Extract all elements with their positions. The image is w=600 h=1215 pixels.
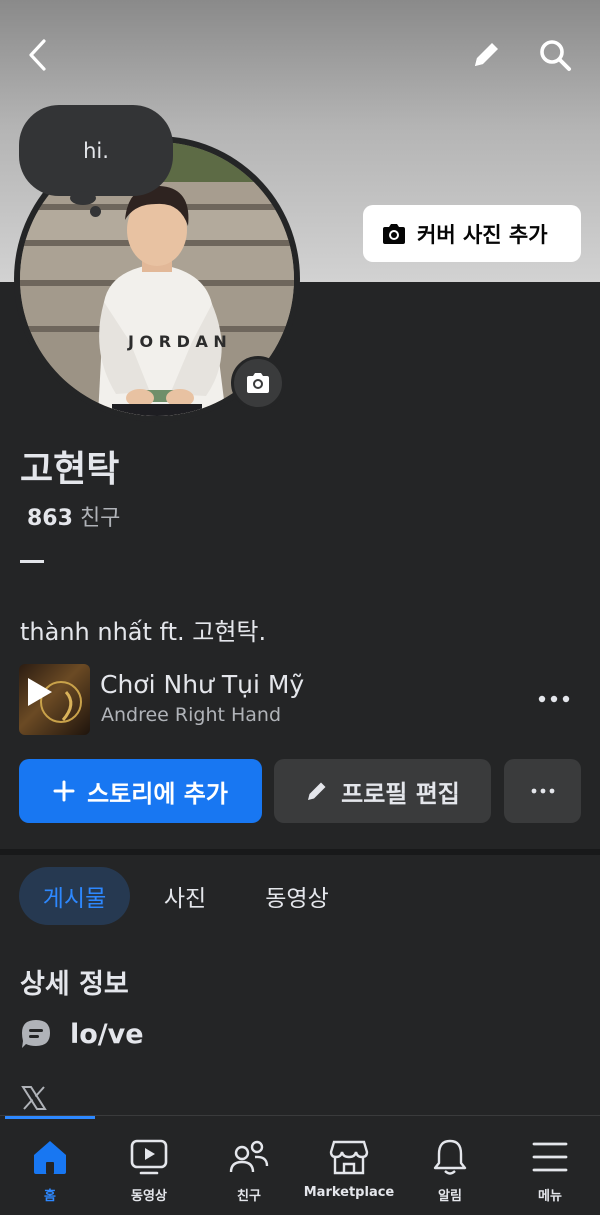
add-to-story-label: 스토리에 추가 (87, 779, 228, 808)
profile-bio: thành nhất ft. 고현탁. (20, 618, 267, 646)
detail-note-text: lo/ve (70, 1018, 144, 1050)
friends-count[interactable]: 863 친구 (27, 500, 120, 532)
back-button[interactable] (16, 33, 60, 77)
nav-video[interactable]: 동영상 (109, 1118, 189, 1213)
bell-icon (433, 1139, 467, 1175)
music-more-button[interactable] (532, 686, 576, 712)
nav-video-label: 동영상 (131, 1189, 167, 1204)
music-title[interactable]: Chơi Như Tụi Mỹ (100, 670, 304, 699)
details-title: 상세 정보 (20, 969, 129, 1000)
nav-friends[interactable]: 친구 (209, 1118, 289, 1213)
nav-home[interactable]: 홈 (10, 1118, 90, 1213)
play-icon (28, 678, 82, 723)
music-album-art[interactable] (19, 664, 90, 735)
add-cover-label: 커버 사진 추가 (417, 222, 548, 247)
pencil-icon (475, 43, 498, 66)
nav-menu[interactable]: 메뉴 (510, 1118, 590, 1213)
pencil-icon (308, 782, 326, 800)
nav-marketplace-label: Marketplace (303, 1185, 395, 1200)
tab-videos[interactable]: 동영상 (252, 867, 342, 925)
svg-text:J O R D A N: J O R D A N (127, 332, 227, 351)
camera-icon (383, 223, 405, 244)
nav-menu-label: 메뉴 (538, 1189, 562, 1204)
change-profile-photo-button[interactable] (231, 356, 285, 410)
note-bubble-tail (70, 191, 96, 205)
more-dots-icon (531, 788, 554, 794)
note-bubble-tail-dot (90, 206, 101, 217)
search-icon (540, 40, 571, 71)
search-button[interactable] (533, 33, 577, 77)
add-cover-photo-button[interactable]: 커버 사진 추가 (363, 205, 581, 262)
divider-dash (20, 560, 44, 563)
friends-label: 친구 (79, 506, 121, 531)
profile-note-bubble[interactable]: hi. (19, 105, 173, 196)
tab-photos[interactable]: 사진 (150, 867, 220, 925)
camera-icon (247, 373, 269, 393)
chevron-left-icon (29, 39, 46, 71)
music-artist: Andree Right Hand (101, 704, 282, 726)
menu-icon (532, 1142, 568, 1172)
edit-profile-button[interactable]: 프로필 편집 (274, 759, 491, 823)
nav-friends-label: 친구 (237, 1189, 261, 1204)
detail-note-row[interactable]: lo/ve (20, 1018, 144, 1050)
more-dots-icon (538, 695, 570, 703)
x-social-link[interactable] (20, 1084, 48, 1116)
tab-posts[interactable]: 게시물 (19, 867, 130, 925)
section-divider (0, 849, 600, 855)
video-icon (130, 1139, 168, 1175)
x-logo-icon (21, 1086, 47, 1110)
nav-notifications-label: 알림 (438, 1189, 462, 1204)
nav-notifications[interactable]: 알림 (410, 1118, 490, 1213)
note-text: hi. (83, 138, 109, 163)
edit-profile-label: 프로필 편집 (341, 779, 460, 808)
profile-name: 고현탁 (20, 449, 120, 490)
home-icon (34, 1141, 66, 1174)
marketplace-icon (329, 1140, 369, 1175)
profile-more-button[interactable] (504, 759, 581, 823)
friends-icon (229, 1140, 269, 1173)
nav-marketplace[interactable]: Marketplace (298, 1118, 400, 1213)
plus-icon (53, 780, 75, 802)
edit-cover-button[interactable] (464, 33, 508, 77)
friends-number: 863 (27, 506, 73, 531)
add-to-story-button[interactable]: 스토리에 추가 (19, 759, 262, 823)
speech-bubble-icon (22, 1020, 50, 1048)
nav-home-label: 홈 (44, 1189, 56, 1204)
